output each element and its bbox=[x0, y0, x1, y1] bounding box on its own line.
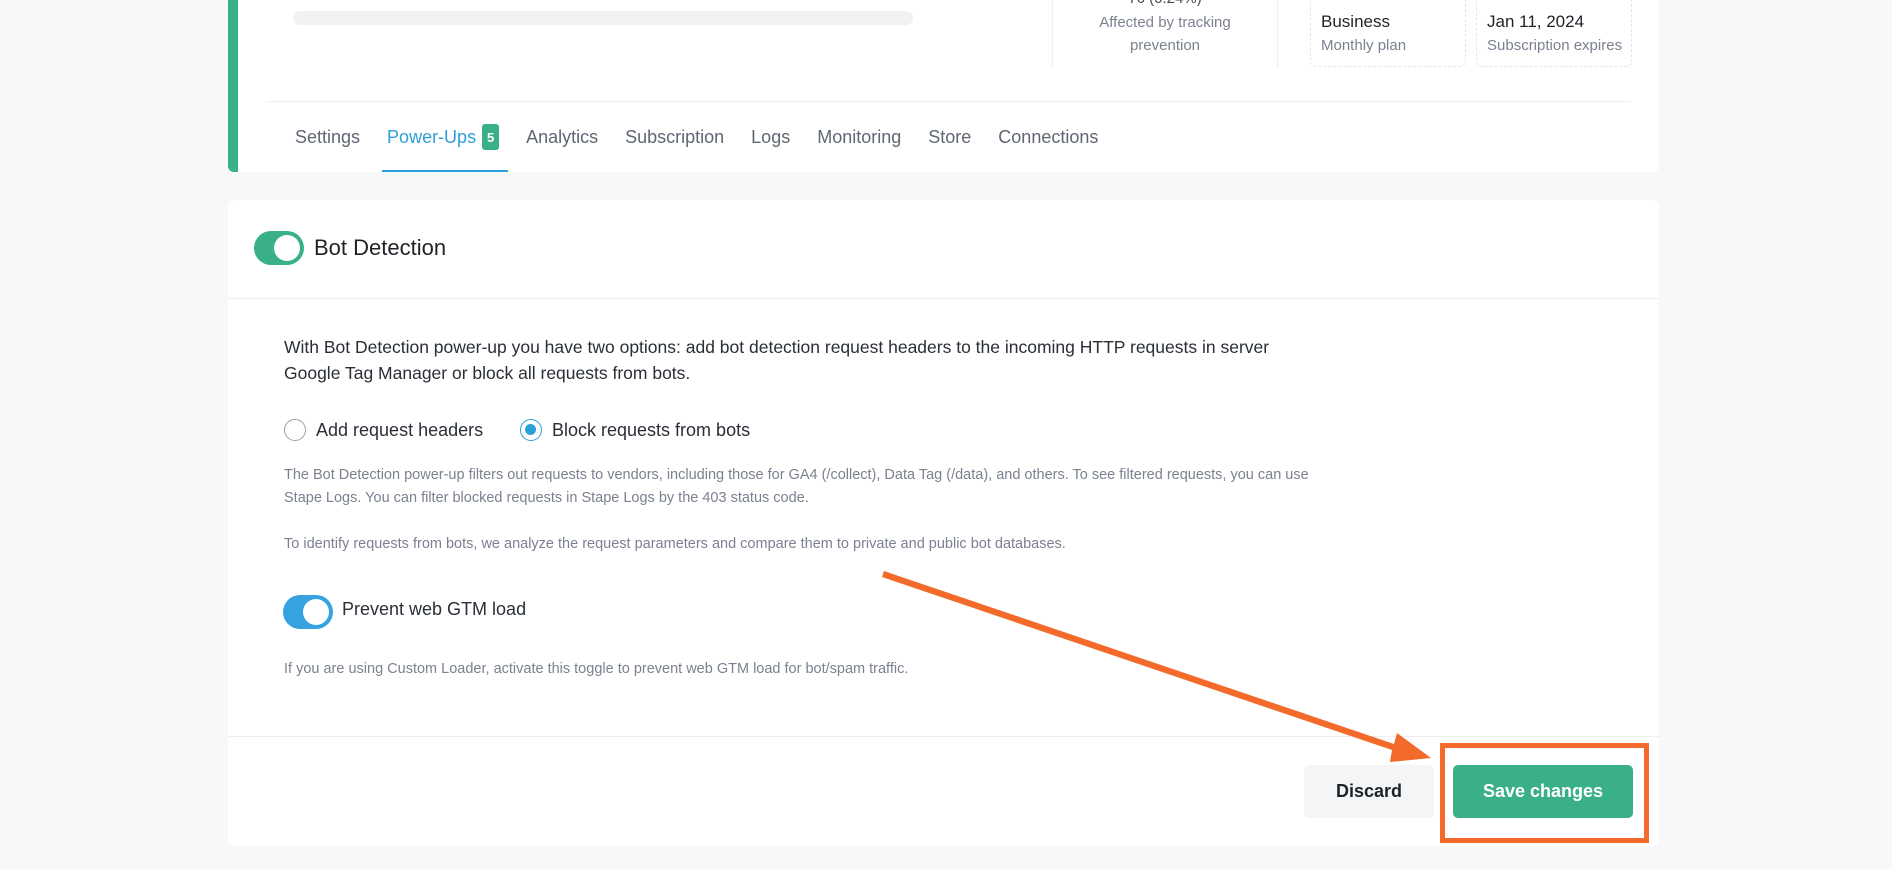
radio-button[interactable] bbox=[284, 419, 306, 441]
toggle-knob bbox=[303, 599, 329, 625]
tab-label: Monitoring bbox=[817, 126, 902, 147]
tab-settings[interactable]: Settings bbox=[286, 102, 369, 172]
plan-period: Monthly plan bbox=[1321, 37, 1407, 54]
tab-power-ups[interactable]: Power-Ups 5 bbox=[378, 102, 509, 172]
identify-note: To identify requests from bots, we analy… bbox=[284, 536, 1066, 552]
usage-progress-bar bbox=[293, 11, 913, 25]
tab-label: Subscription bbox=[625, 126, 725, 147]
tab-monitoring[interactable]: Monitoring bbox=[808, 102, 910, 172]
power-ups-count-badge: 5 bbox=[482, 124, 500, 150]
card-header: Bot Detection bbox=[228, 200, 1659, 299]
tab-connections[interactable]: Connections bbox=[989, 102, 1107, 172]
radio-button-checked[interactable] bbox=[520, 419, 542, 441]
tab-label: Analytics bbox=[526, 126, 599, 147]
radio-label: Add request headers bbox=[316, 419, 484, 440]
tracking-prevention-value: 76 (0.24%) bbox=[1053, 0, 1277, 10]
tab-logs[interactable]: Logs bbox=[742, 102, 799, 172]
tab-label: Settings bbox=[295, 126, 361, 147]
option-block-requests[interactable]: Block requests from bots bbox=[520, 418, 750, 442]
expiry-date: Jan 11, 2024 bbox=[1487, 12, 1585, 31]
discard-button[interactable]: Discard bbox=[1304, 765, 1434, 818]
container-summary-card: 76 (0.24%) Affected by tracking preventi… bbox=[228, 0, 1659, 172]
save-changes-button[interactable]: Save changes bbox=[1453, 765, 1633, 818]
expiry-caption: Subscription expires bbox=[1487, 37, 1623, 54]
custom-loader-note: If you are using Custom Loader, activate… bbox=[284, 661, 909, 677]
tab-label: Logs bbox=[751, 126, 791, 147]
tab-store[interactable]: Store bbox=[919, 102, 980, 172]
tracking-prevention-stat: 76 (0.24%) Affected by tracking preventi… bbox=[1052, 0, 1278, 68]
option-add-request-headers[interactable]: Add request headers bbox=[284, 418, 483, 442]
prevent-web-gtm-toggle[interactable] bbox=[283, 595, 333, 629]
card-title: Bot Detection bbox=[314, 235, 447, 260]
bot-detection-toggle[interactable] bbox=[254, 231, 304, 265]
bot-detection-card: Bot Detection With Bot Detection power-u… bbox=[228, 200, 1659, 846]
tab-bar: Settings Power-Ups 5 Analytics Subscripti… bbox=[286, 102, 1116, 172]
tab-subscription[interactable]: Subscription bbox=[616, 102, 733, 172]
expiry-info-box: Jan 11, 2024 Subscription expires bbox=[1476, 0, 1632, 67]
accent-bar bbox=[228, 0, 238, 172]
plan-info-box: Business Monthly plan bbox=[1310, 0, 1466, 67]
toggle-knob bbox=[274, 235, 300, 261]
plan-name: Business bbox=[1321, 12, 1390, 31]
powerup-description: With Bot Detection power-up you have two… bbox=[284, 337, 1270, 383]
prevent-web-gtm-label: Prevent web GTM load bbox=[342, 599, 527, 619]
filter-note: The Bot Detection power-up filters out r… bbox=[284, 467, 1309, 506]
radio-label: Block requests from bots bbox=[552, 419, 751, 440]
tab-label: Store bbox=[928, 126, 972, 147]
tab-label: Connections bbox=[998, 126, 1099, 147]
tab-label: Power-Ups bbox=[387, 126, 477, 147]
tab-analytics[interactable]: Analytics bbox=[517, 102, 607, 172]
tracking-prevention-caption: Affected by tracking prevention bbox=[1099, 14, 1231, 54]
footer-divider bbox=[228, 736, 1659, 737]
